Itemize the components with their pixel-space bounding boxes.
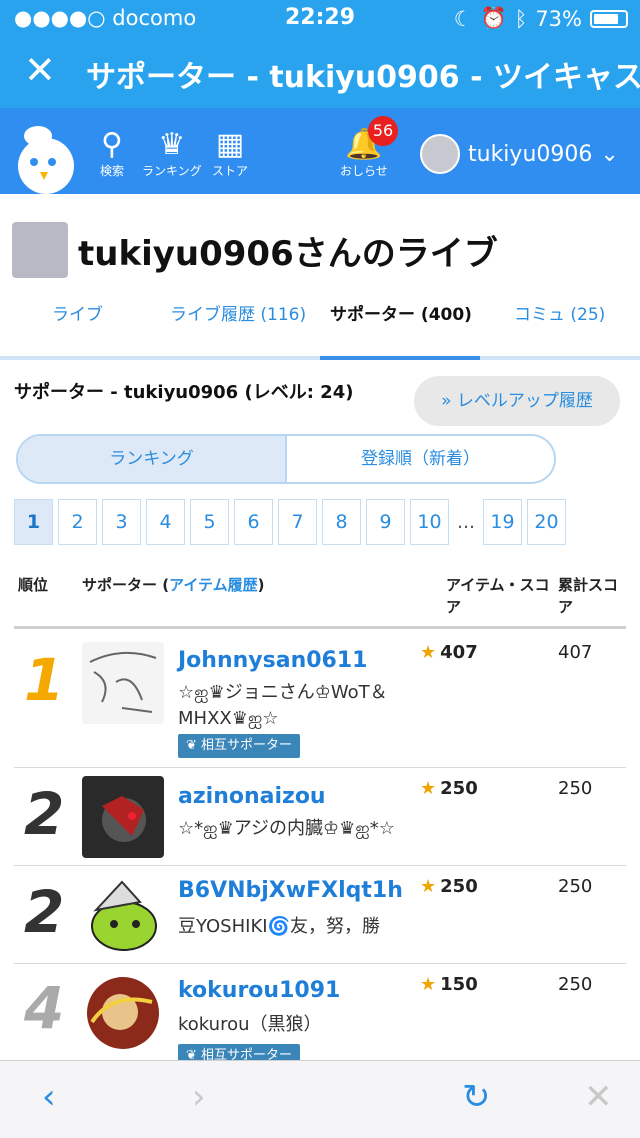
tab-community[interactable]: コミュ (25): [514, 300, 605, 325]
search-icon: ⚲: [101, 127, 123, 162]
site-nav: ⚲ 検索 ♛ ランキング ▦ ストア 🔔 おしらせ 56 tukiyu0906 …: [0, 108, 640, 194]
tab-underline: [0, 356, 640, 360]
battery-icon: [590, 9, 628, 28]
close-icon[interactable]: ✕: [584, 1077, 613, 1117]
page-link[interactable]: 8: [322, 499, 361, 545]
nav-ranking[interactable]: ♛ ランキング: [142, 128, 202, 179]
medal-icon: ★: [420, 642, 437, 663]
pagination: 1 2 3 4 5 6 7 8 9 10 ... 19 20: [14, 499, 566, 545]
main-content: tukiyu0906さんのライブ ライブ ライブ履歴 (116) サポーター (…: [0, 194, 640, 1060]
tab-live-history[interactable]: ライブ履歴 (116): [170, 300, 306, 325]
status-right: ☾ ⏰ ᛒ 73%: [454, 6, 628, 31]
title-bar: ✕ サポーター - tukiyu0906 - ツイキャス: [0, 36, 640, 108]
bluetooth-icon: ᛒ: [514, 6, 528, 31]
total-score: 250: [558, 974, 593, 995]
forward-icon[interactable]: ›: [192, 1077, 206, 1117]
levelup-history-button[interactable]: » レベルアップ履歴: [414, 376, 620, 426]
total-score: 250: [558, 876, 593, 897]
sort-toggle: ランキング 登録順（新着）: [16, 434, 556, 484]
medal-icon: ★: [420, 778, 437, 799]
status-bar: ●●●●○ docomo 22:29 ☾ ⏰ ᛒ 73%: [0, 0, 640, 36]
notification-badge: 56: [368, 116, 398, 146]
avatar: [420, 134, 460, 174]
alarm-icon: ⏰: [480, 6, 507, 30]
total-score: 250: [558, 778, 593, 799]
supporter-desc: ☆*ஐ♛アジの内臓♔♛ஐ*☆: [178, 818, 395, 839]
item-history-link[interactable]: アイテム履歴: [169, 576, 258, 594]
close-icon[interactable]: ✕: [24, 50, 56, 90]
header-divider: [14, 626, 626, 629]
header-total-score: 累計スコア: [558, 576, 619, 616]
total-score: 407: [558, 642, 593, 663]
medal-icon: ★: [420, 876, 437, 897]
nav-store[interactable]: ▦ ストア: [212, 128, 248, 179]
page-link[interactable]: 6: [234, 499, 273, 545]
page-link[interactable]: 4: [146, 499, 185, 545]
supporter-avatar: [82, 972, 164, 1054]
crown-icon: ♛: [158, 127, 186, 162]
battery-percent: 73%: [535, 6, 582, 31]
table-row[interactable]: 2 B6VNbjXwFXlqt1h 豆YOSHIKI🌀友，努，勝 ★ 250 25…: [14, 866, 626, 964]
avatar: [12, 222, 68, 278]
mutual-badge: ❦ 相互サポーター: [178, 734, 301, 758]
nav-search[interactable]: ⚲ 検索: [100, 128, 124, 179]
medal-icon: ★: [420, 974, 437, 995]
supporter-name[interactable]: kokurou1091: [178, 978, 340, 1003]
rank-number: 2: [24, 878, 65, 946]
page-link[interactable]: 10: [410, 499, 449, 545]
twitcasting-logo-icon[interactable]: [14, 122, 78, 194]
supporter-desc: kokurou（黒狼）: [178, 1014, 322, 1035]
toggle-registered[interactable]: 登録順（新着）: [287, 436, 554, 482]
tab-bar: ライブ ライブ履歴 (116) サポーター (400) コミュ (25): [0, 290, 640, 360]
page-link[interactable]: 2: [58, 499, 97, 545]
reload-icon[interactable]: ↻: [462, 1077, 491, 1117]
page-link[interactable]: 5: [190, 499, 229, 545]
mutual-badge: ❦ 相互サポーター: [178, 1044, 301, 1060]
page-link[interactable]: 20: [527, 499, 566, 545]
supporter-desc: 豆YOSHIKI🌀友，努，勝: [178, 916, 380, 937]
page-link[interactable]: 7: [278, 499, 317, 545]
browser-toolbar: ‹ › ↻ ✕: [0, 1060, 640, 1138]
table-row[interactable]: 4 kokurou1091 kokurou（黒狼） ❦ 相互サポーター ★ 150…: [14, 964, 626, 1060]
header-supporter: サポーター (アイテム履歴): [82, 576, 265, 594]
page-title-bar: サポーター - tukiyu0906 - ツイキャス: [86, 60, 640, 95]
tab-live[interactable]: ライブ: [52, 300, 103, 325]
supporter-name[interactable]: B6VNbjXwFXlqt1h: [178, 878, 403, 903]
supporter-avatar: [82, 874, 164, 956]
store-icon: ▦: [215, 127, 245, 162]
supporter-desc: ☆ஐ♛ジョニさん♔WoT＆MHXX♛ஐ☆: [178, 682, 388, 729]
back-icon[interactable]: ‹: [42, 1077, 56, 1117]
supporter-heading: サポーター - tukiyu0906 (レベル: 24): [14, 382, 354, 403]
item-score: ★ 407: [420, 642, 478, 663]
page-link[interactable]: 19: [483, 499, 522, 545]
moon-icon: ☾: [453, 6, 473, 31]
supporter-avatar: [82, 776, 164, 858]
header-rank: 順位: [18, 576, 49, 594]
table-row[interactable]: 1 Johnnysan0611 ☆ஐ♛ジョニさん♔WoT＆MHXX♛ஐ☆ ❦ 相…: [14, 630, 626, 768]
supporter-name[interactable]: Johnnysan0611: [178, 648, 367, 673]
supporter-avatar: [82, 642, 164, 724]
page-title: tukiyu0906さんのライブ: [12, 222, 498, 278]
rank-number: 2: [24, 780, 65, 848]
pager-ellipsis: ...: [456, 511, 476, 533]
user-menu[interactable]: tukiyu0906 ⌄: [420, 134, 619, 174]
chevron-down-icon: ⌄: [600, 141, 619, 167]
toggle-ranking[interactable]: ランキング: [18, 436, 287, 482]
tab-supporter[interactable]: サポーター (400): [330, 300, 472, 325]
page-link[interactable]: 1: [14, 499, 53, 545]
table-row[interactable]: 2 azinonaizou ☆*ஐ♛アジの内臓♔♛ஐ*☆ ★ 250 250: [14, 768, 626, 866]
rank-number: 4: [24, 974, 65, 1042]
leaf-icon: ❦: [186, 1048, 202, 1060]
item-score: ★ 150: [420, 974, 478, 995]
item-score: ★ 250: [420, 876, 478, 897]
item-score: ★ 250: [420, 778, 478, 799]
page-link[interactable]: 9: [366, 499, 405, 545]
supporter-name[interactable]: azinonaizou: [178, 784, 326, 809]
rank-number: 1: [24, 646, 65, 714]
page-link[interactable]: 3: [102, 499, 141, 545]
header-item-score: アイテム・スコア: [446, 576, 550, 616]
leaf-icon: ❦: [186, 738, 202, 753]
username: tukiyu0906: [468, 141, 593, 167]
